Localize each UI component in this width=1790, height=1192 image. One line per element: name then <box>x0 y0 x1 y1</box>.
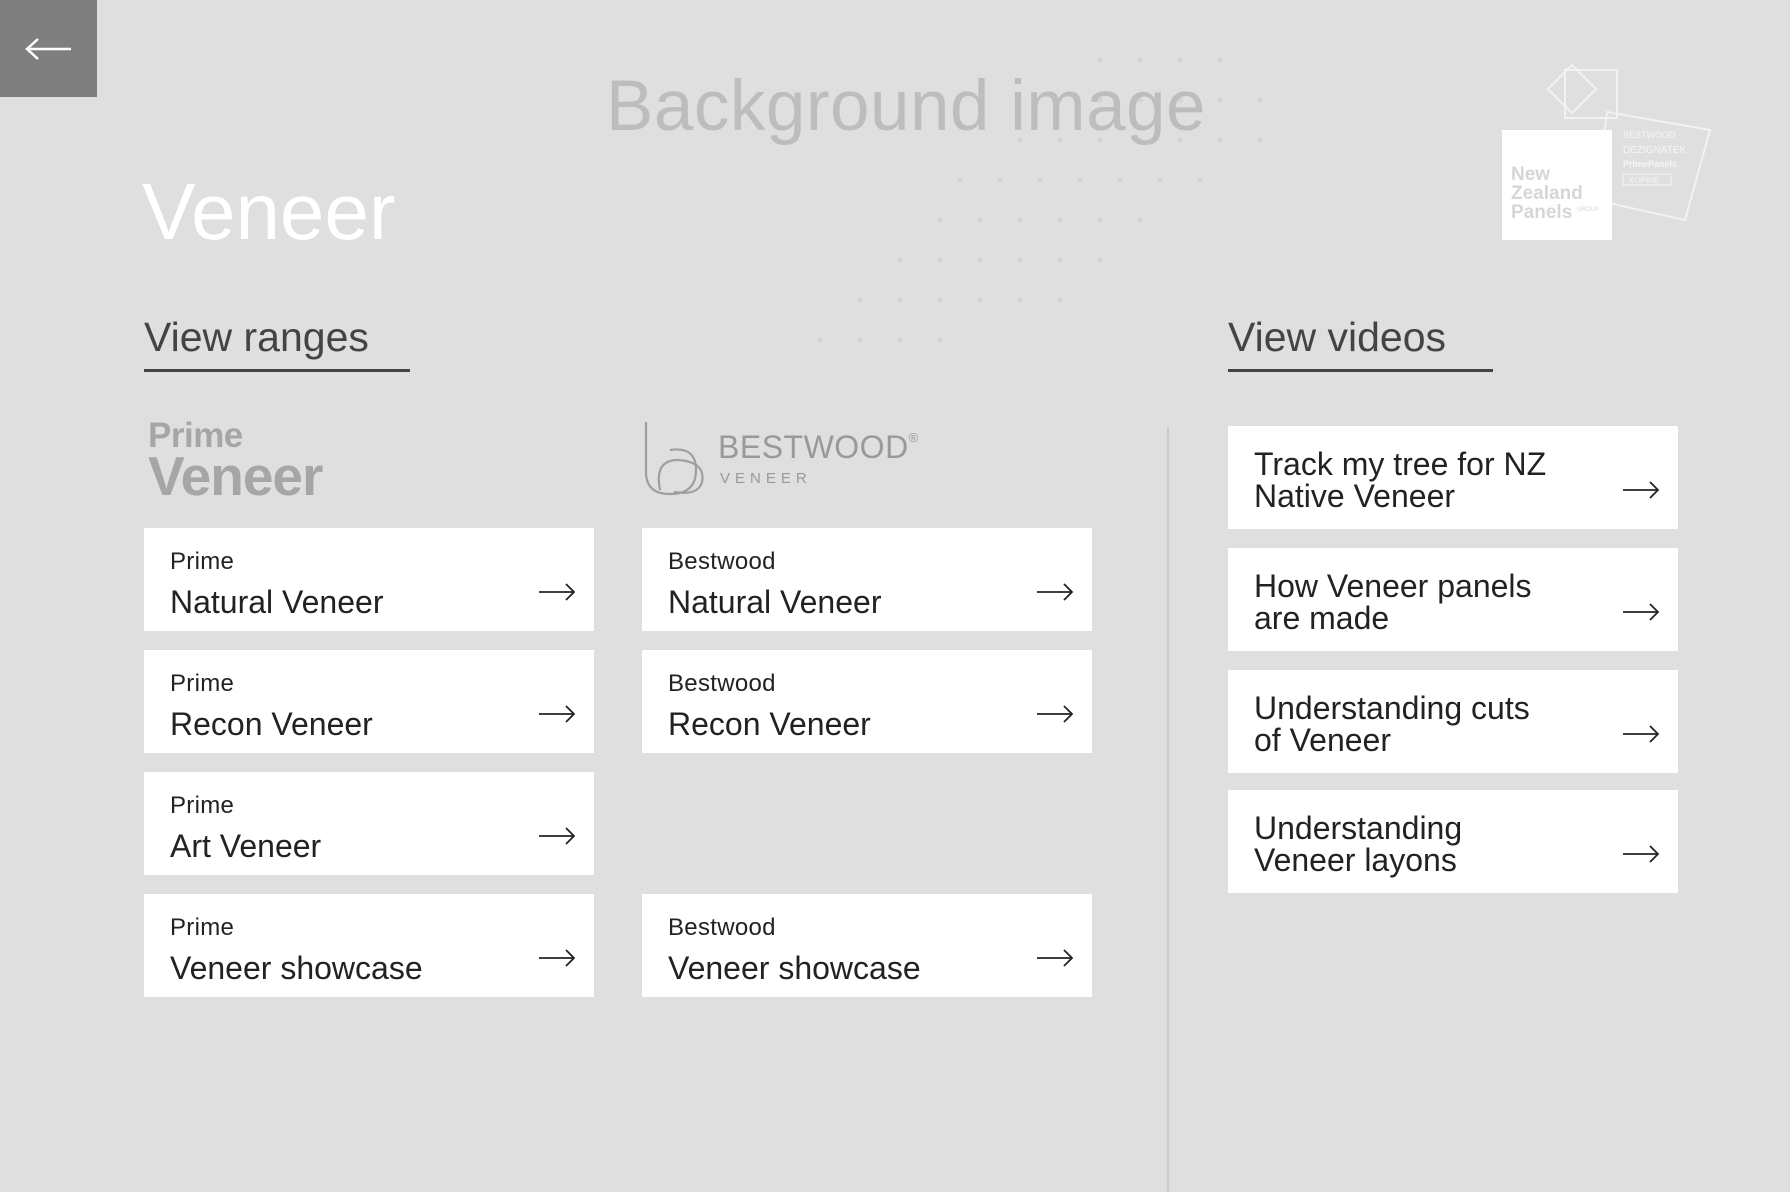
video-card-understanding-cuts[interactable]: Understanding cuts of Veneer <box>1228 670 1678 773</box>
range-card-brand: Prime <box>170 914 235 941</box>
column-divider <box>1167 427 1169 1192</box>
prime-veneer-logo: Prime Veneer <box>148 418 323 507</box>
arrow-right-icon <box>1623 845 1660 863</box>
range-card-prime-art-veneer[interactable]: Prime Art Veneer <box>144 772 594 875</box>
background-image-placeholder-label: Background image <box>606 67 1207 146</box>
range-card-bestwood-natural-veneer[interactable]: Bestwood Natural Veneer <box>642 528 1092 631</box>
range-card-title: Natural Veneer <box>668 584 882 620</box>
range-card-prime-recon-veneer[interactable]: Prime Recon Veneer <box>144 650 594 753</box>
svg-text:PrimePanels: PrimePanels <box>1623 159 1677 169</box>
arrow-right-icon <box>539 949 576 967</box>
range-card-title: Recon Veneer <box>170 706 373 742</box>
arrow-right-icon <box>1037 705 1074 723</box>
video-card-how-panels-made[interactable]: How Veneer panels are made <box>1228 548 1678 651</box>
arrow-right-icon <box>1037 583 1074 601</box>
arrow-right-icon <box>1037 949 1074 967</box>
arrow-right-icon <box>539 827 576 845</box>
video-card-title-line2: Native Veneer <box>1254 478 1456 514</box>
bestwood-logo-line1: BESTWOOD <box>718 428 909 465</box>
arrow-right-icon <box>539 705 576 723</box>
range-card-brand: Bestwood <box>668 670 776 697</box>
video-card-title-line2: Veneer layons <box>1254 842 1457 878</box>
registered-mark: ® <box>908 429 919 445</box>
svg-text:DEZIGNATEK: DEZIGNATEK <box>1623 145 1686 156</box>
view-ranges-heading: View ranges <box>144 314 410 372</box>
range-card-prime-natural-veneer[interactable]: Prime Natural Veneer <box>144 528 594 631</box>
svg-text:GROUP: GROUP <box>1577 207 1599 213</box>
svg-text:KOPINE: KOPINE <box>1629 176 1659 185</box>
range-card-title: Veneer showcase <box>170 950 423 986</box>
arrow-left-icon <box>24 37 71 60</box>
bestwood-logo-line2: VENEER <box>720 469 812 487</box>
range-card-title: Veneer showcase <box>668 950 921 986</box>
arrow-right-icon <box>1623 481 1660 499</box>
range-card-bestwood-veneer-showcase[interactable]: Bestwood Veneer showcase <box>642 894 1092 997</box>
range-card-brand: Prime <box>170 792 235 819</box>
arrow-right-icon <box>1623 603 1660 621</box>
video-card-understanding-layons[interactable]: Understanding Veneer layons <box>1228 790 1678 893</box>
bestwood-b-mark-icon <box>644 422 704 496</box>
video-card-title-line1: Understanding cuts <box>1254 690 1530 726</box>
range-card-prime-veneer-showcase[interactable]: Prime Veneer showcase <box>144 894 594 997</box>
svg-text:Panels: Panels <box>1511 202 1572 223</box>
svg-text:New: New <box>1511 164 1550 185</box>
range-card-title: Recon Veneer <box>668 706 871 742</box>
video-card-title-line2: are made <box>1254 600 1390 636</box>
range-card-bestwood-recon-veneer[interactable]: Bestwood Recon Veneer <box>642 650 1092 753</box>
svg-text:Zealand: Zealand <box>1511 183 1583 204</box>
arrow-right-icon <box>1623 725 1660 743</box>
video-card-track-my-tree[interactable]: Track my tree for NZ Native Veneer <box>1228 426 1678 529</box>
svg-text:BESTWOOD: BESTWOOD <box>1623 130 1676 140</box>
view-videos-heading: View videos <box>1228 314 1493 372</box>
video-card-title-line2: of Veneer <box>1254 722 1391 758</box>
range-card-brand: Prime <box>170 548 235 575</box>
nz-panels-group-logo: New Zealand Panels GROUP BESTWOOD DEZIGN… <box>1495 60 1715 250</box>
video-card-title-line1: Understanding <box>1254 810 1463 846</box>
bestwood-veneer-logo: BESTWOOD® VENEER <box>640 420 919 496</box>
prime-logo-line2: Veneer <box>148 445 323 507</box>
range-card-title: Art Veneer <box>170 828 322 864</box>
video-card-title-line1: How Veneer panels <box>1254 568 1532 604</box>
range-card-brand: Bestwood <box>668 548 776 575</box>
range-card-brand: Prime <box>170 670 235 697</box>
video-card-title-line1: Track my tree for NZ <box>1254 446 1547 482</box>
arrow-right-icon <box>539 583 576 601</box>
page-title: Veneer <box>142 167 396 256</box>
range-card-title: Natural Veneer <box>170 584 384 620</box>
range-card-brand: Bestwood <box>668 914 776 941</box>
back-button[interactable] <box>0 0 97 97</box>
